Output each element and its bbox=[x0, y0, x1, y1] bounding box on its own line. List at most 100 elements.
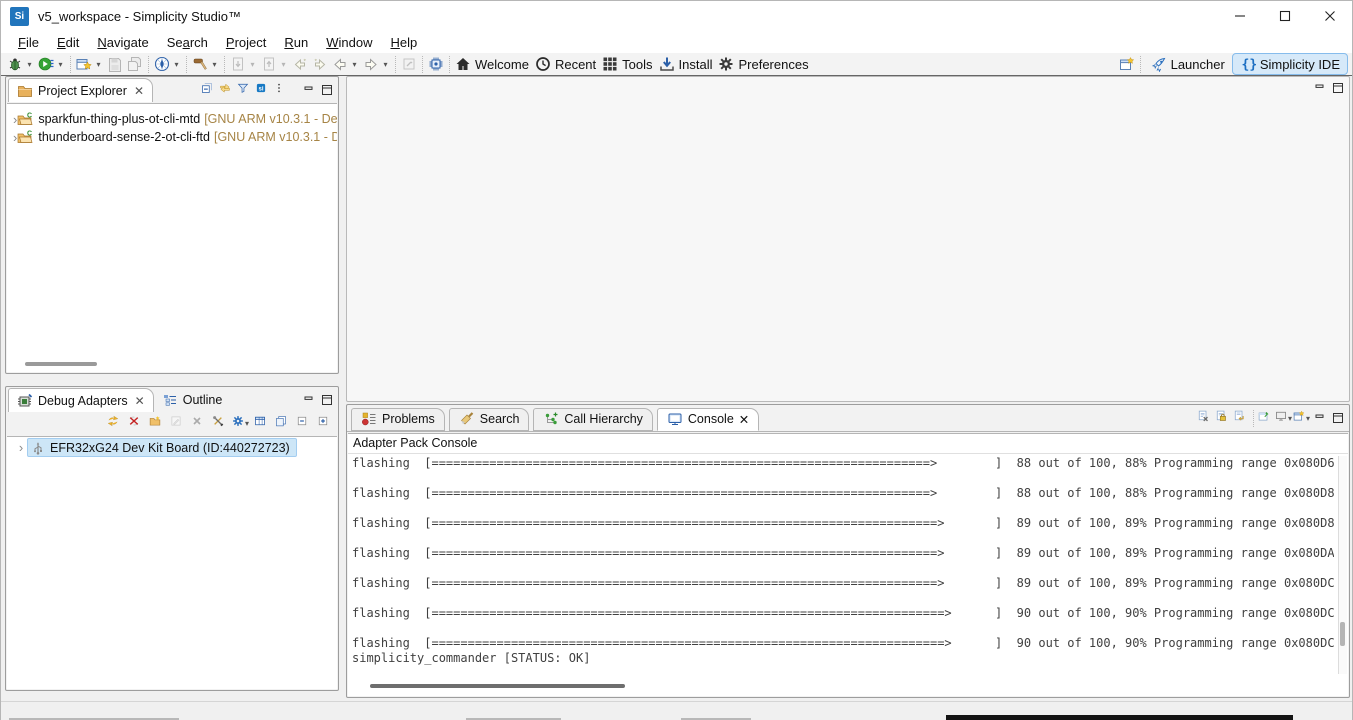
columns-button[interactable] bbox=[253, 414, 271, 432]
menu-project[interactable]: Project bbox=[217, 33, 275, 52]
save-button[interactable] bbox=[105, 54, 125, 75]
launcher-perspective-button[interactable]: Launcher bbox=[1144, 54, 1232, 74]
tab-outline[interactable]: Outline bbox=[154, 388, 231, 412]
minimize-view-button[interactable] bbox=[300, 391, 318, 409]
install-button[interactable]: Install bbox=[657, 54, 717, 75]
menu-edit[interactable]: Edit bbox=[48, 33, 88, 52]
pin-editor-button[interactable] bbox=[399, 54, 419, 75]
maximize-view-button[interactable] bbox=[318, 391, 336, 409]
menu-window[interactable]: Window bbox=[317, 33, 381, 52]
minimize-view-button[interactable] bbox=[300, 81, 318, 99]
flashlight-icon bbox=[459, 411, 475, 427]
maximize-window-button[interactable] bbox=[1262, 1, 1307, 31]
disconnect-button[interactable] bbox=[127, 414, 145, 432]
dropdown-arrow-icon[interactable] bbox=[381, 60, 390, 69]
studio-view-button[interactable]: si bbox=[254, 81, 272, 99]
dropdown-arrow-icon[interactable] bbox=[210, 60, 219, 69]
dropdown-arrow-icon[interactable] bbox=[279, 60, 288, 69]
svg-text:si: si bbox=[259, 86, 264, 92]
menu-run[interactable]: Run bbox=[275, 33, 317, 52]
menu-help[interactable]: Help bbox=[381, 33, 426, 52]
delete-button[interactable] bbox=[190, 414, 208, 432]
device-tools-button[interactable] bbox=[211, 414, 229, 432]
dropdown-arrow-icon[interactable] bbox=[56, 60, 65, 69]
scroll-lock-button[interactable] bbox=[1214, 409, 1232, 427]
close-window-button[interactable] bbox=[1307, 1, 1352, 31]
menu-navigate[interactable]: Navigate bbox=[88, 33, 157, 52]
previous-annotation-button[interactable] bbox=[259, 54, 290, 75]
maximize-view-button[interactable] bbox=[318, 81, 336, 99]
braces-icon: {} bbox=[1240, 56, 1256, 72]
forward-button[interactable] bbox=[361, 54, 392, 75]
new-wizard-button[interactable] bbox=[74, 54, 105, 75]
rename-button[interactable] bbox=[169, 414, 187, 432]
project-row[interactable]: › C thunderboard-sense-2-ot-cli-ftd [GNU… bbox=[7, 128, 337, 146]
copy-view-button[interactable] bbox=[274, 414, 292, 432]
tab-search[interactable]: Search bbox=[449, 408, 530, 431]
clear-console-button[interactable] bbox=[1196, 409, 1214, 427]
tab-problems[interactable]: Problems bbox=[351, 408, 445, 431]
chevron-right-icon[interactable]: › bbox=[15, 440, 27, 455]
dropdown-arrow-icon[interactable] bbox=[94, 60, 103, 69]
open-perspective-button[interactable] bbox=[1117, 54, 1137, 75]
minimize-window-button[interactable] bbox=[1217, 1, 1262, 31]
close-icon[interactable]: ✕ bbox=[135, 394, 145, 408]
build-button[interactable] bbox=[190, 54, 221, 75]
new-group-button[interactable] bbox=[148, 414, 166, 432]
close-icon[interactable]: ✕ bbox=[134, 84, 144, 98]
recent-button[interactable]: Recent bbox=[533, 54, 600, 75]
minimize-view-button[interactable] bbox=[1311, 79, 1329, 97]
debug-button[interactable] bbox=[5, 54, 36, 75]
vertical-scrollbar[interactable] bbox=[1338, 456, 1347, 674]
simplicity-ide-label: Simplicity IDE bbox=[1260, 57, 1340, 72]
tab-call-hierarchy[interactable]: Call Hierarchy bbox=[533, 408, 653, 431]
dropdown-arrow-icon[interactable] bbox=[244, 419, 250, 428]
disconnect-icon bbox=[128, 415, 144, 431]
run-button[interactable] bbox=[36, 54, 67, 75]
adapter-settings-button[interactable] bbox=[232, 414, 250, 432]
maximize-view-button[interactable] bbox=[1329, 79, 1347, 97]
dropdown-arrow-icon[interactable] bbox=[248, 60, 257, 69]
tab-project-explorer[interactable]: Project Explorer ✕ bbox=[8, 78, 153, 102]
collapse-all-button[interactable] bbox=[295, 414, 313, 432]
save-all-button[interactable] bbox=[125, 54, 145, 75]
go-into-button[interactable] bbox=[310, 54, 330, 75]
pin-console-button[interactable] bbox=[1257, 409, 1275, 427]
flash-programmer-button[interactable] bbox=[426, 54, 446, 75]
target-browser-button[interactable] bbox=[152, 54, 183, 75]
back-button[interactable] bbox=[330, 54, 361, 75]
scrollbar-thumb[interactable] bbox=[1340, 622, 1345, 646]
open-console-button[interactable] bbox=[1293, 409, 1311, 427]
simplicity-ide-perspective-button[interactable]: {} Simplicity IDE bbox=[1232, 53, 1348, 75]
adapter-row[interactable]: › EFR32xG24 Dev Kit Board (ID:440272723) bbox=[15, 438, 337, 457]
selected-adapter[interactable]: EFR32xG24 Dev Kit Board (ID:440272723) bbox=[27, 438, 297, 457]
display-console-button[interactable] bbox=[1275, 409, 1293, 427]
expand-all-button[interactable] bbox=[316, 414, 334, 432]
dropdown-arrow-icon[interactable] bbox=[25, 60, 34, 69]
last-edit-location-button[interactable] bbox=[290, 54, 310, 75]
dropdown-arrow-icon[interactable] bbox=[172, 60, 181, 69]
menu-file[interactable]: File bbox=[9, 33, 48, 52]
tab-console[interactable]: Console ✕ bbox=[657, 408, 759, 431]
tools-button[interactable]: Tools bbox=[600, 54, 656, 75]
console-output[interactable]: flashing [==============================… bbox=[352, 456, 1334, 674]
menu-search[interactable]: Search bbox=[158, 33, 217, 52]
close-icon[interactable]: ✕ bbox=[739, 412, 749, 427]
connect-button[interactable] bbox=[106, 414, 124, 432]
collapse-all-button[interactable] bbox=[200, 81, 218, 99]
horizontal-scrollbar[interactable] bbox=[25, 362, 97, 366]
horizontal-scrollbar[interactable] bbox=[352, 684, 1334, 688]
link-with-editor-button[interactable] bbox=[218, 81, 236, 99]
tab-debug-adapters[interactable]: Debug Adapters ✕ bbox=[8, 388, 154, 412]
filter-button[interactable] bbox=[236, 81, 254, 99]
maximize-view-button[interactable] bbox=[1329, 409, 1347, 427]
dropdown-arrow-icon[interactable] bbox=[350, 60, 359, 69]
next-annotation-button[interactable] bbox=[228, 54, 259, 75]
view-menu-button[interactable] bbox=[272, 81, 290, 99]
welcome-button[interactable]: Welcome bbox=[453, 54, 533, 75]
scrollbar-thumb[interactable] bbox=[370, 684, 625, 688]
project-row[interactable]: › C sparkfun-thing-plus-ot-cli-mtd [GNU … bbox=[7, 110, 337, 128]
preferences-button[interactable]: Preferences bbox=[716, 54, 812, 75]
minimize-view-button[interactable] bbox=[1311, 409, 1329, 427]
word-wrap-button[interactable] bbox=[1232, 409, 1250, 427]
